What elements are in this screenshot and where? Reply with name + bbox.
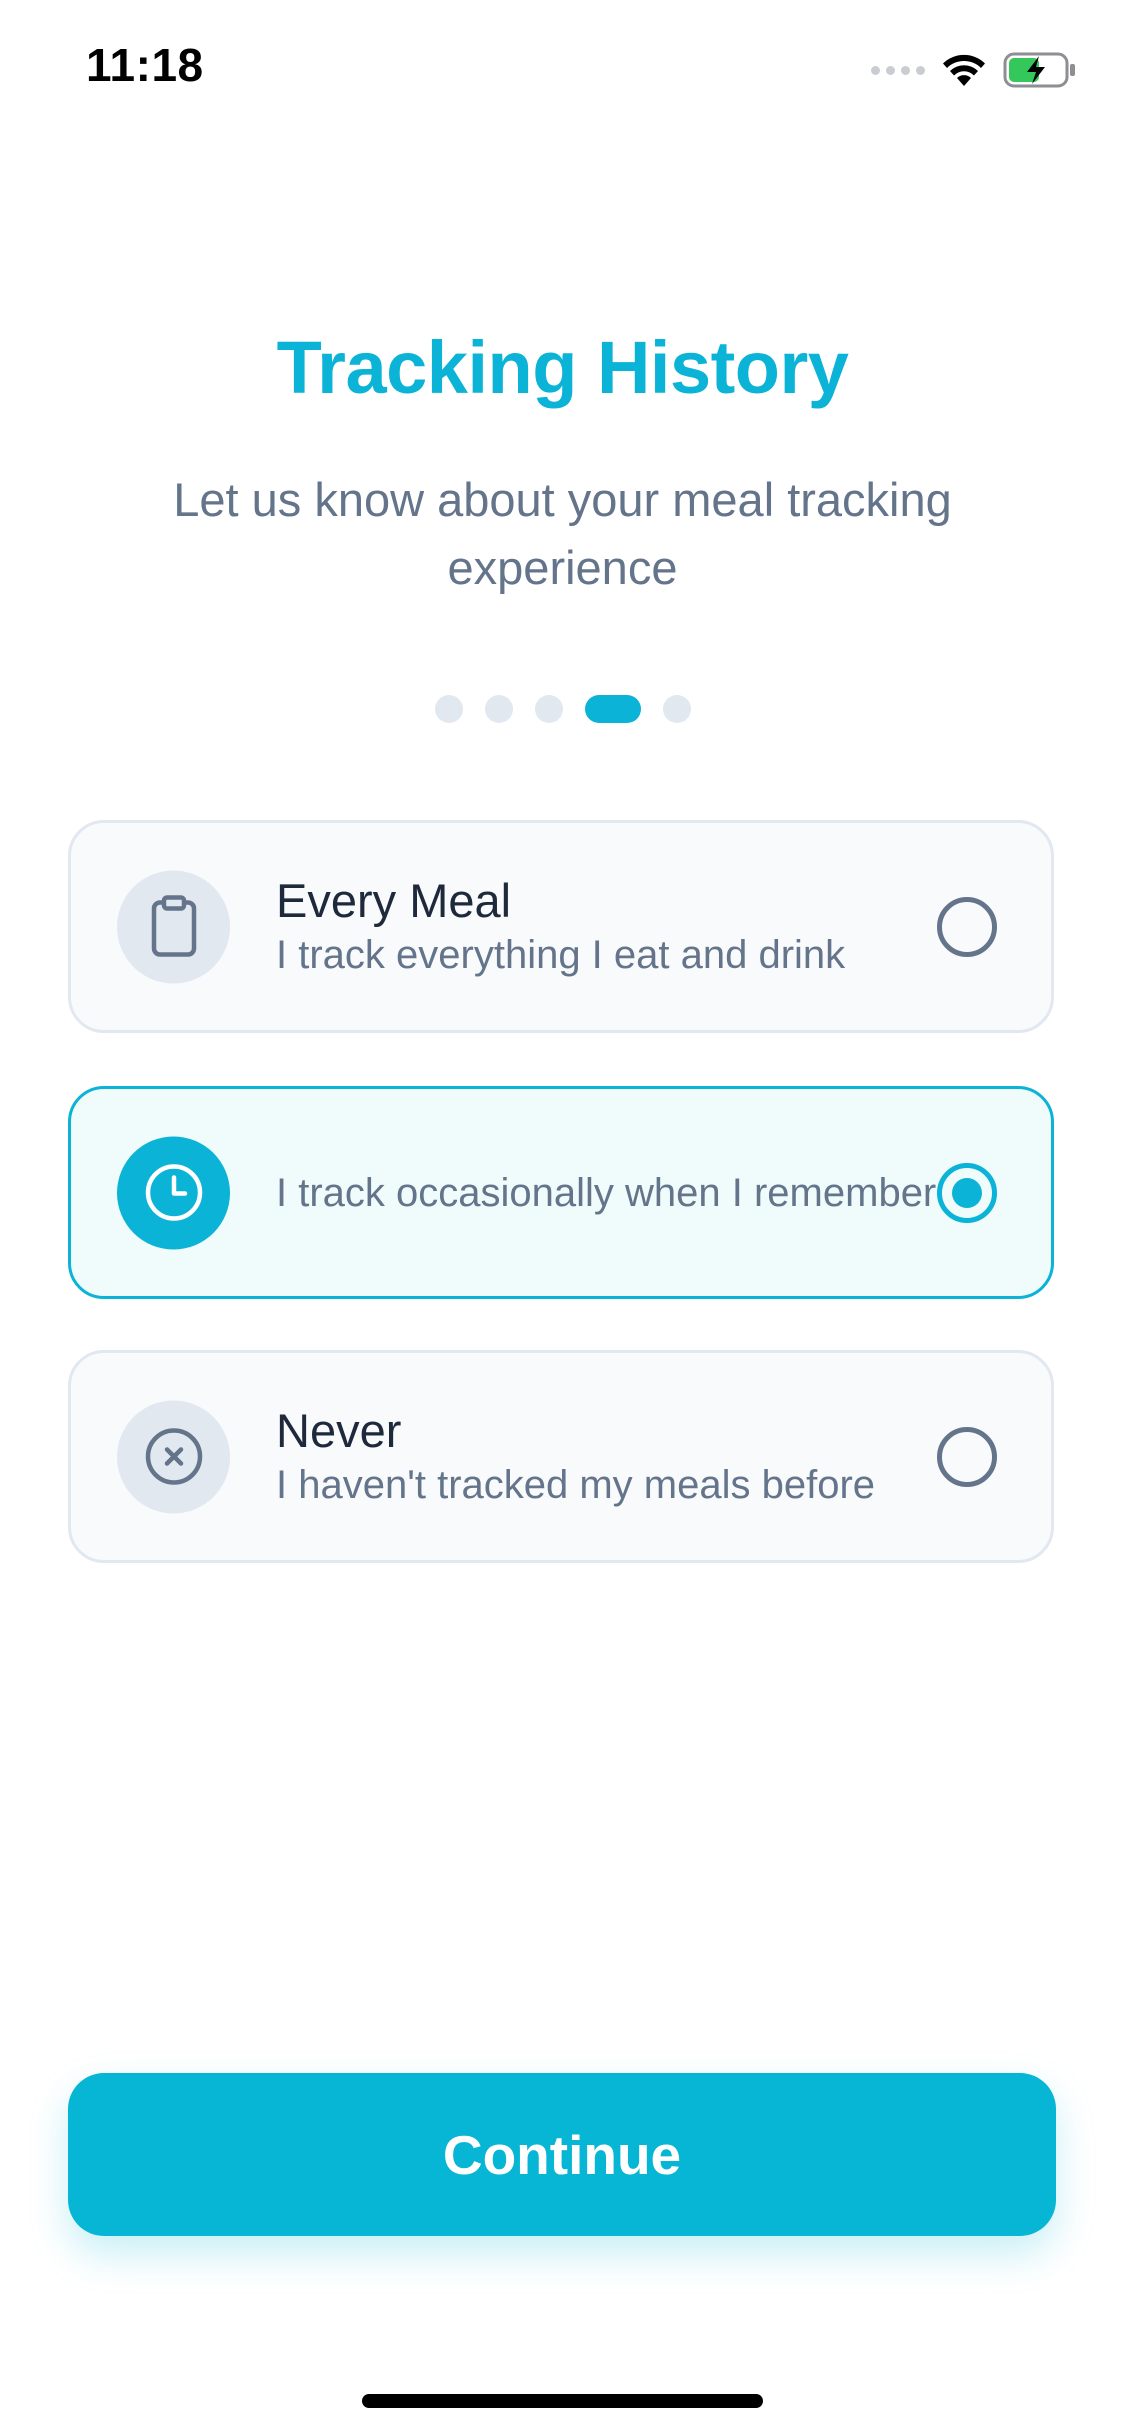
option-description: I track occasionally when I remember [276,1170,937,1215]
step-dot-2 [484,695,513,723]
step-dot-4-active [584,695,641,723]
option-text: I track occasionally when I remember [276,1167,941,1219]
status-icons [871,48,1077,92]
step-dot-5 [662,695,691,723]
clipboard-icon [151,895,196,957]
radio-button[interactable] [937,1426,997,1487]
home-indicator[interactable] [362,2394,763,2408]
status-time: 11:18 [86,39,204,91]
option-title: Every Meal [276,873,512,927]
continue-button[interactable]: Continue [68,2073,1056,2236]
radio-button[interactable] [937,896,997,957]
option-occasionally[interactable]: I track occasionally when I remember [68,1086,1054,1299]
radio-button-selected[interactable] [937,1162,997,1223]
option-text: Never I haven't tracked my meals before [276,1403,941,1511]
step-indicator [0,695,1125,723]
wifi-icon [943,54,985,86]
battery-charging-icon [1003,52,1075,88]
option-never[interactable]: Never I haven't tracked my meals before [68,1350,1054,1563]
page-title: Tracking History [276,326,849,409]
option-every-meal[interactable]: Every Meal I track everything I eat and … [68,820,1054,1033]
onboarding-screen: 11:18 Tracking History Let us know about… [0,0,1125,2436]
option-icon-container [117,1400,230,1513]
x-circle-icon [145,1428,202,1485]
option-description: I haven't tracked my meals before [276,1462,876,1507]
option-icon-container [117,1136,230,1249]
step-dot-3 [534,695,563,723]
cellular-signal-icon [871,65,925,75]
option-title: Never [276,1403,402,1457]
clock-icon [145,1164,202,1221]
page-subtitle: Let us know about your meal tracking exp… [173,473,952,594]
step-dot-1 [434,695,463,723]
option-description: I track everything I eat and drink [276,932,846,977]
option-icon-container [117,870,230,983]
option-text: Every Meal I track everything I eat and … [276,873,941,981]
